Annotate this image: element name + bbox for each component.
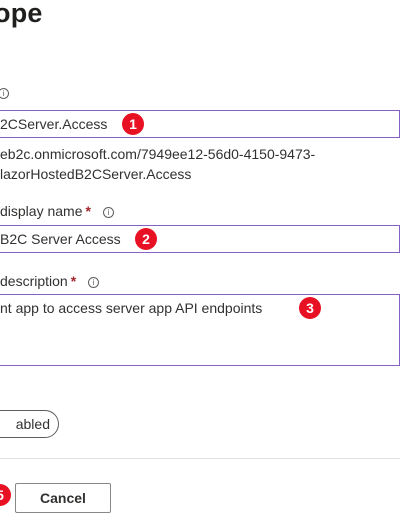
scope-name-value: 2CServer.Access	[0, 116, 108, 132]
callout-badge-1: 1	[122, 113, 144, 135]
required-marker: *	[70, 273, 77, 289]
callout-badge-3: 3	[299, 297, 321, 319]
page-title: ope	[0, 0, 43, 28]
callout-badge-5: 5	[0, 484, 11, 506]
admin-description-label: description * i	[0, 273, 100, 289]
required-marker: *	[85, 203, 91, 219]
scope-name-input[interactable]: 2CServer.Access	[0, 110, 400, 138]
scope-uri-line-2: lazorHostedB2CServer.Access	[0, 166, 192, 182]
admin-description-label-text: description	[0, 273, 68, 289]
admin-display-name-label: display name * i	[0, 203, 114, 219]
scope-uri-line-1: eb2c.onmicrosoft.com/7949ee12-56d0-4150-…	[0, 146, 316, 162]
state-enabled-option[interactable]: abled	[0, 410, 59, 438]
state-enabled-label: abled	[15, 416, 50, 432]
admin-display-name-value: B2C Server Access	[0, 231, 121, 247]
admin-description-value: nt app to access server app API endpoint…	[0, 300, 263, 316]
admin-description-textarea[interactable]: nt app to access server app API endpoint…	[0, 294, 400, 366]
admin-display-name-label-text: display name	[0, 203, 83, 219]
info-icon[interactable]: i	[0, 88, 9, 99]
footer-divider	[0, 458, 400, 459]
info-icon[interactable]: i	[88, 277, 100, 288]
info-icon[interactable]: i	[102, 207, 114, 218]
callout-badge-2: 2	[135, 228, 157, 250]
admin-display-name-input[interactable]: B2C Server Access	[0, 225, 400, 253]
cancel-button[interactable]: Cancel	[15, 483, 111, 513]
